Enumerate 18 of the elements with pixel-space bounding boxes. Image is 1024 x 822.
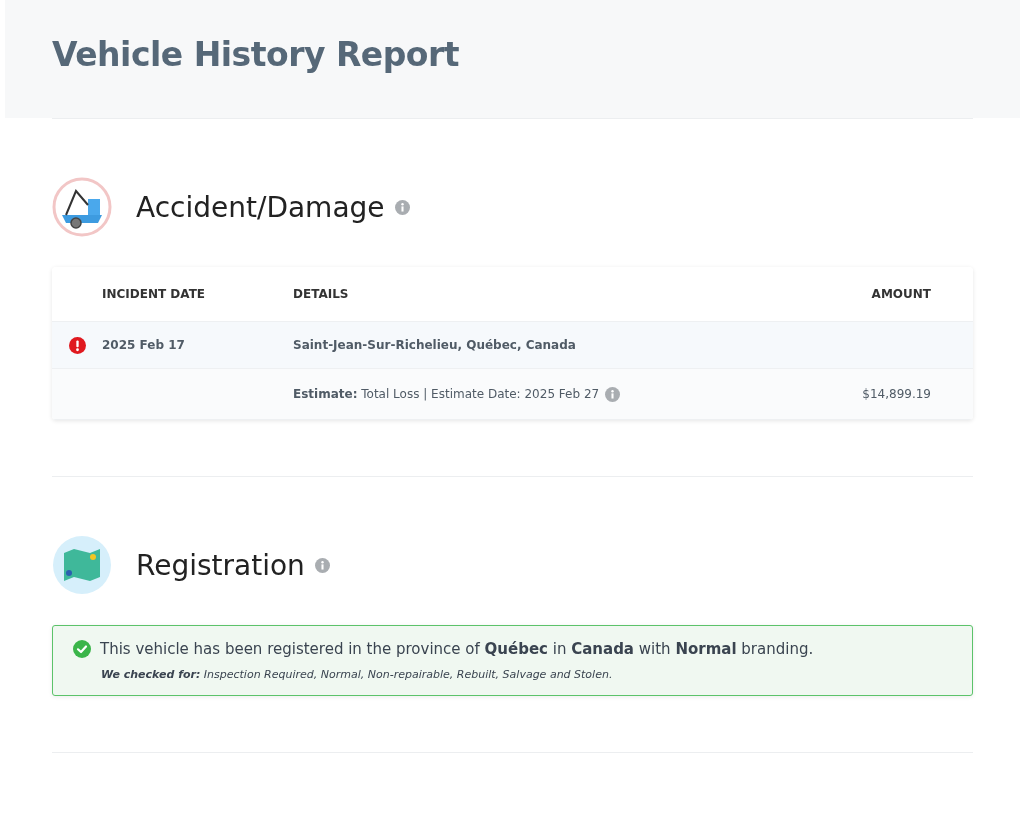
tow-truck-icon bbox=[52, 177, 112, 237]
table-cell: $14,899.19 bbox=[862, 387, 931, 401]
map-icon bbox=[52, 535, 112, 595]
section-heading: Registration bbox=[136, 548, 305, 582]
info-icon[interactable] bbox=[605, 386, 621, 402]
column-header: DETAILS bbox=[293, 287, 350, 301]
column-header: INCIDENT DATE bbox=[102, 287, 207, 301]
info-icon[interactable] bbox=[314, 557, 330, 573]
table-cell: Estimate: Total Loss | Estimate Date: 2025 Feb 27 bbox=[293, 387, 600, 401]
column-header: AMOUNT bbox=[870, 287, 932, 301]
check-icon bbox=[73, 640, 91, 658]
section-heading: Accident/Damage bbox=[136, 190, 385, 224]
page-title: Vehicle History Report bbox=[52, 34, 460, 74]
alert-note: We checked for: Inspection Required, Normal, Non-repairable, Rebuilt, Salvage and Stolen. bbox=[101, 668, 614, 681]
table-cell: 2025 Feb 17 bbox=[102, 338, 185, 352]
info-icon[interactable] bbox=[394, 199, 410, 215]
alert-message: This vehicle has been registered in the province of Québec in Canada with Normal branding. bbox=[100, 640, 814, 658]
table-cell: Saint-Jean-Sur-Richelieu, Québec, Canada bbox=[293, 338, 576, 352]
